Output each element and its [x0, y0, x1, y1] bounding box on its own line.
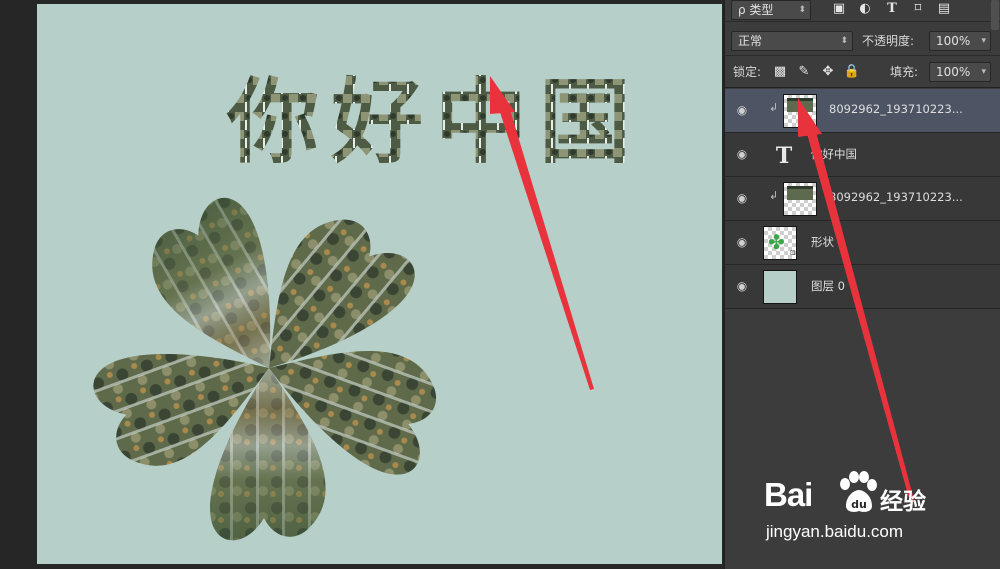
smart-object-filter-icon[interactable]: ▤ — [935, 0, 953, 18]
lock-transparency-icon[interactable]: ▩ — [771, 63, 789, 81]
layer-name: 8092962_193710223... — [829, 190, 963, 204]
layer-thumbnail — [763, 270, 797, 304]
filter-kind-label: ρ 类型 — [738, 3, 774, 17]
layer-row-background[interactable]: ◉ 图层 0 — [725, 265, 1000, 309]
clipping-arrow-icon: ↲ — [769, 101, 779, 114]
layer-filter-row: ρ 类型 ⬍ ▣ ◐ T ⌑ ▤ — [725, 0, 1000, 30]
fill-field[interactable]: 100% ▾ — [929, 62, 991, 82]
chevron-updown-icon: ⬍ — [798, 5, 806, 15]
layer-thumbnail — [783, 182, 817, 216]
chevron-down-icon: ▾ — [981, 36, 986, 46]
layer-name: 形状 1 — [811, 235, 845, 249]
watermark-brand-cn: 经验 — [880, 489, 926, 515]
lock-all-icon[interactable]: 🔒 — [843, 63, 861, 81]
layer-row-image-bottom[interactable]: ◉ ↲ 8092962_193710223... — [725, 177, 1000, 221]
app-window: 你好中国 ρ 类型 ⬍ ▣ ◐ T ⌑ ▤ 正常 ⬍ 不透明度: 100% ▾ … — [0, 0, 1000, 569]
layer-name: 图层 0 — [811, 279, 845, 293]
lock-position-icon[interactable]: ✥ — [819, 63, 837, 81]
opacity-field[interactable]: 100% ▾ — [929, 31, 991, 51]
type-filter-icon[interactable]: T — [883, 0, 901, 18]
layer-row-image-top[interactable]: ◉ ↲ 8092962_193710223... — [725, 89, 1000, 133]
layer-row-text[interactable]: ◉ T 你好中国 — [725, 133, 1000, 177]
thumbnail-image — [787, 98, 813, 112]
image-filter-icon[interactable]: ▣ — [830, 0, 848, 18]
baidu-watermark: Bai du 经验 jingyan.baidu.com — [764, 468, 964, 552]
visibility-eye-icon[interactable]: ◉ — [734, 235, 750, 249]
blend-row: 正常 ⬍ 不透明度: 100% ▾ — [725, 26, 1000, 56]
blend-mode-dropdown[interactable]: 正常 ⬍ — [731, 31, 853, 51]
lock-pixels-icon[interactable]: ✎ — [795, 63, 813, 81]
fill-value: 100% — [936, 65, 971, 79]
shape-filter-icon[interactable]: ⌑ — [909, 0, 927, 18]
chevron-updown-icon: ⬍ — [840, 36, 848, 46]
canvas-headline[interactable]: 你好中国 — [226, 69, 643, 176]
layer-thumbnail — [783, 94, 817, 128]
clipping-arrow-icon: ↲ — [769, 189, 779, 202]
text-layer-icon: T — [775, 143, 793, 169]
opacity-value: 100% — [936, 34, 971, 48]
vector-mask-icon: ⌑ — [790, 249, 795, 259]
layer-list: ◉ ↲ 8092962_193710223... ◉ T 你好中国 ◉ ↲ 80… — [725, 89, 1000, 309]
clover-shape[interactable] — [87, 189, 450, 541]
watermark-brand: Bai — [764, 476, 813, 513]
filter-kind-dropdown[interactable]: ρ 类型 ⬍ — [731, 0, 811, 20]
lock-row: 锁定: ▩ ✎ ✥ 🔒 填充: 100% ▾ — [725, 58, 1000, 88]
layer-name: 8092962_193710223... — [829, 102, 963, 116]
canvas-area[interactable]: 你好中国 — [0, 0, 724, 569]
watermark-url: jingyan.baidu.com — [766, 522, 904, 541]
opacity-label: 不透明度: — [862, 34, 915, 48]
visibility-eye-icon[interactable]: ◉ — [734, 279, 750, 293]
lock-label: 锁定: — [733, 65, 762, 79]
canvas-artwork: 你好中国 — [87, 69, 643, 541]
layer-name: 你好中国 — [811, 147, 857, 161]
svg-text:du: du — [851, 498, 867, 511]
thumbnail-image — [787, 186, 813, 200]
visibility-eye-icon[interactable]: ◉ — [734, 103, 750, 117]
blend-mode-value: 正常 — [738, 34, 763, 48]
fill-label: 填充: — [890, 65, 919, 79]
document-canvas[interactable]: 你好中国 — [37, 4, 722, 564]
layer-thumbnail: ✤ ⌑ — [763, 226, 797, 260]
visibility-eye-icon[interactable]: ◉ — [734, 147, 750, 161]
baidu-paw-icon: du — [840, 471, 877, 512]
visibility-eye-icon[interactable]: ◉ — [734, 191, 750, 205]
adjustment-filter-icon[interactable]: ◐ — [856, 0, 874, 18]
chevron-down-icon: ▾ — [981, 67, 986, 77]
layer-row-shape[interactable]: ◉ ✤ ⌑ 形状 1 — [725, 221, 1000, 265]
clover-thumbnail-icon: ✤ — [768, 230, 785, 254]
